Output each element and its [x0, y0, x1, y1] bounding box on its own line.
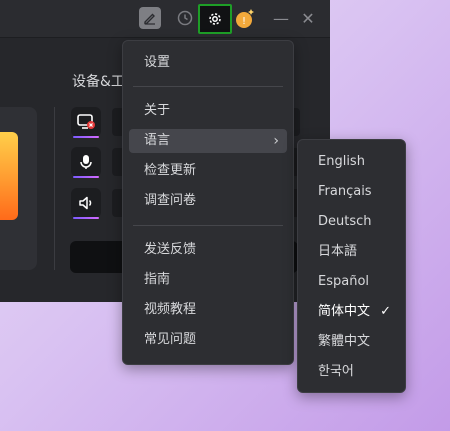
- settings-menu: 设置 关于 语言 › 检查更新 调查问卷 发送反馈 指南 视频教程 常见问题: [122, 40, 294, 365]
- language-option-korean[interactable]: 한국어: [298, 360, 405, 384]
- menu-divider: [133, 86, 283, 87]
- coin-icon[interactable]: !: [234, 6, 258, 30]
- minimize-button[interactable]: —: [270, 7, 292, 29]
- language-option-simplified-chinese[interactable]: 简体中文 ✓: [298, 300, 405, 324]
- section-title: 设备&工: [72, 74, 125, 90]
- menu-item-about[interactable]: 关于: [129, 99, 287, 123]
- pen-icon[interactable]: [139, 7, 161, 29]
- language-option-traditional-chinese[interactable]: 繁體中文: [298, 330, 405, 354]
- gear-icon: [209, 13, 221, 25]
- menu-item-guide[interactable]: 指南: [129, 268, 287, 292]
- speaker-icon: [79, 196, 92, 210]
- preview-thumbnail[interactable]: [0, 132, 18, 220]
- language-option-english[interactable]: English: [298, 150, 405, 174]
- settings-gear-button[interactable]: [198, 4, 232, 34]
- checkmark-icon: ✓: [380, 304, 391, 319]
- menu-item-language-label: 语言: [144, 133, 171, 148]
- chevron-right-icon: ›: [273, 133, 279, 149]
- language-option-japanese[interactable]: 日本語: [298, 240, 405, 264]
- language-option-spanish[interactable]: Español: [298, 270, 405, 294]
- language-option-german[interactable]: Deutsch: [298, 210, 405, 234]
- clock-icon[interactable]: [174, 7, 196, 29]
- microphone-device-button[interactable]: [71, 147, 101, 178]
- menu-item-video-tutorial[interactable]: 视频教程: [129, 298, 287, 322]
- title-bar: ! — ✕: [0, 0, 330, 38]
- menu-item-faq[interactable]: 常见问题: [129, 328, 287, 352]
- menu-item-feedback[interactable]: 发送反馈: [129, 238, 287, 262]
- menu-item-check-updates[interactable]: 检查更新: [129, 159, 287, 183]
- menu-divider: [133, 225, 283, 226]
- microphone-icon: [80, 155, 92, 169]
- screen-device-button[interactable]: [71, 107, 101, 138]
- svg-text:!: !: [242, 16, 246, 27]
- menu-item-settings[interactable]: 设置: [129, 51, 287, 75]
- language-option-label: 简体中文: [318, 304, 371, 319]
- language-submenu: English Français Deutsch 日本語 Español 简体中…: [297, 139, 406, 393]
- language-option-french[interactable]: Français: [298, 180, 405, 204]
- menu-item-survey[interactable]: 调查问卷: [129, 189, 287, 213]
- menu-item-language[interactable]: 语言 ›: [129, 129, 287, 153]
- close-button[interactable]: ✕: [297, 7, 319, 29]
- speaker-device-button[interactable]: [71, 188, 101, 219]
- panel-divider: [54, 107, 55, 270]
- screen-disabled-icon: [77, 114, 95, 129]
